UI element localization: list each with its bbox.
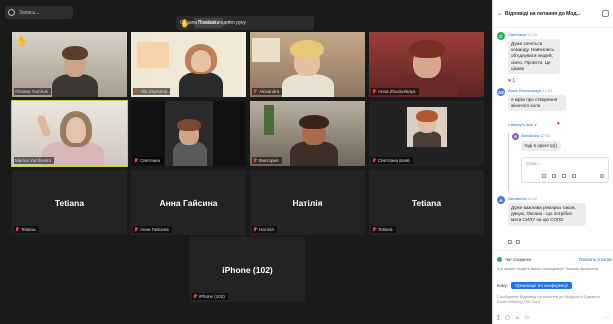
participant-display-name: Tetiana [411,197,442,208]
muted-mic-icon [253,158,257,163]
participant-name: Marina Yurchenko [14,157,55,164]
video-tile-no-video[interactable]: Tetiana Tetiana [12,170,127,235]
muted-mic-icon [134,227,138,232]
video-tile[interactable]: Anna Zhuravskaya [369,32,484,97]
avatar: С [497,32,505,40]
emoji-icon[interactable] [516,240,520,244]
settings-icon [8,9,15,16]
participant-name: Светлана Баяв [371,157,413,164]
chat-header: ⌄ Відповіді на питання до Мод... [493,0,613,28]
participant-display-name: iPhone (102) [222,264,273,275]
more-icon[interactable]: ⋯ [604,315,609,321]
chat-toolbar: T̲ ▢ ☺ ▭ ⋯ [497,313,609,322]
participant-name: Tetiana [371,226,396,233]
participant-name: Светлана [133,157,164,164]
message-sender: Anna Zhuravskaya 12:31 [508,88,553,93]
participant-name: Alexandra [252,88,283,95]
participant-display-name: Tetiana [54,197,85,208]
participant-display-name: Натілія [292,197,323,208]
thread-replies: A Alexandra 12:31 тоді в оркестр)) Ответ… [508,133,611,191]
file-icon[interactable] [562,174,566,178]
chat-messages: С Светлана 12:29 Дуже хочеться команду. … [493,28,613,250]
message-input[interactable]: Сообщение Відповіді на питання до Модуля… [497,294,609,304]
muted-mic-icon [372,158,376,163]
participant-name: Виктория [252,157,282,164]
participant-name: Alla Zaytseva [133,88,171,95]
message-text: Дуже важлива ремарка також, дякую, Оксан… [508,203,586,226]
message-text: я мрію про створення жіночого кола [508,95,566,112]
message-sender: Alexandra 12:32 [508,196,538,201]
participant-display-name: Анна Гайсина [159,197,218,208]
chat-message: A Alexandra 12:32 Дуже важлива ремарка т… [497,196,609,250]
send-icon[interactable] [600,174,604,178]
screenshot-icon[interactable] [572,174,576,178]
video-tile-no-video[interactable]: Tetiana Tetiana [369,170,484,235]
raise-hand-message: Oksana Yurchuk поднял руку [180,20,247,26]
chat-message: AZ Anna Zhuravskaya 12:31 я мрію про ств… [497,88,609,130]
recipient-row: Кому: Організації зm конференції [497,281,572,290]
video-tile[interactable]: ✋ Oksana Yurchuk [12,32,127,97]
video-tile-no-video[interactable]: Натілія Натілія [250,170,365,235]
message-sender: Alexandra 12:31 [521,133,551,138]
chat-saved-label: Чат сохранен [505,256,532,262]
video-tile[interactable]: Виктория [250,101,365,166]
format-icon[interactable] [542,174,546,178]
video-tile-no-video[interactable]: iPhone (102) iPhone (102) [190,237,305,302]
muted-mic-icon [134,89,138,94]
participant-name: Анна Гайсина [133,226,172,233]
chat-panel: ⌄ Відповіді на питання до Мод... С Светл… [492,0,613,324]
muted-mic-icon [15,227,19,232]
to-label: Кому: [497,283,508,288]
video-tile[interactable]: Alla Zaytseva [131,32,246,97]
video-tile[interactable]: Светлана Баяв [369,101,484,166]
reply-icon[interactable] [508,240,512,244]
meeting-label: Запись... [19,9,40,16]
popout-icon[interactable] [602,10,609,17]
zoom-window: Запись... ✋ Oksana Yurchuk поднял руку П… [0,0,613,324]
emoji-icon[interactable] [552,174,556,178]
avatar: AZ [497,88,505,96]
video-tile-active-speaker[interactable]: Marina Yurchenko [11,100,128,167]
raise-hand-banner: ✋ Oksana Yurchuk поднял руку Показать × [176,16,314,30]
avatar: A [497,196,505,204]
participant-name: Натілія [252,226,277,233]
chat-saved-row: Чат сохранен Показать в папке [497,255,612,263]
chat-footer: Чат сохранен Показать в папке Кто может … [493,250,613,324]
chevron-down-icon[interactable]: ⌄ [497,10,502,17]
collapse-thread-link[interactable]: Свернуть все ∨ [508,122,537,127]
muted-mic-icon [134,158,138,163]
show-in-folder-link[interactable]: Показать в папке [579,257,612,262]
who-can-see-notice[interactable]: Кто может видеть ваши сообщения? Запись … [497,266,609,271]
video-tile-no-video[interactable]: Анна Гайсина Анна Гайсина [131,170,246,235]
participant-name: Anna Zhuravskaya [371,88,419,95]
heart-reaction[interactable]: ♥ 1 [508,78,515,84]
emoji-icon[interactable]: ☺ [515,315,520,321]
muted-mic-icon [372,89,376,94]
raised-hand-icon: ✋ [16,36,28,46]
video-tile[interactable]: Alexandra [250,32,365,97]
check-icon [497,256,502,262]
chat-title: Відповіді на питання до Мод... [505,10,581,17]
video-tile[interactable]: Светлана [131,101,246,166]
muted-mic-icon [193,294,197,299]
format-icon[interactable]: T̲ [497,315,500,321]
participant-name: iPhone (102) [192,293,228,300]
participant-name: Oksana Yurchuk [14,88,51,95]
participant-name: Tetiana [14,226,39,233]
recipient-select[interactable]: Організації зm конференції [510,282,572,289]
message-text: тоді в оркестр)) [521,141,561,152]
file-icon[interactable]: ▭ [525,315,530,321]
muted-mic-icon [372,227,376,232]
heart-reaction[interactable]: ♥ [557,121,560,127]
muted-mic-icon [253,89,257,94]
message-text: Дуже хочеться команду. Навчились об'єдну… [508,39,560,75]
message-sender: Светлана 12:29 [508,32,537,37]
avatar: A [512,133,519,140]
screenshot-icon[interactable]: ▢ [505,315,510,321]
chat-message: С Светлана 12:29 Дуже хочеться команду. … [497,32,609,88]
muted-mic-icon [253,227,257,232]
meeting-info-button[interactable]: Запись... [5,6,73,19]
reply-input[interactable]: Ответ... [521,157,609,183]
video-gallery: Запись... ✋ Oksana Yurchuk поднял руку П… [0,0,492,324]
